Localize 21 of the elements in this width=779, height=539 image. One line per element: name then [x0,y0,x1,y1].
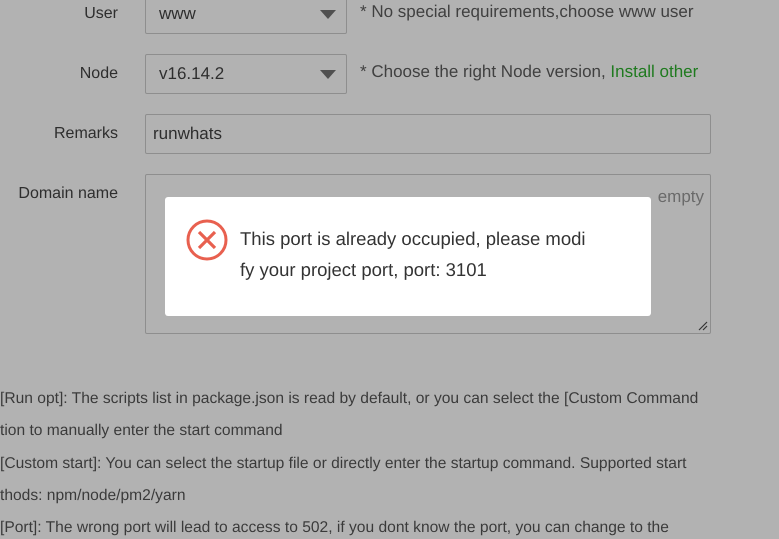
dropdown[interactable]: www [145,0,347,34]
caret-icon [320,10,336,18]
field-label: Remarks [52,124,118,144]
help-text: [Port]: The wrong port will lead to access to 502, if you dont know the port, you can change to the [0,518,670,538]
help-text: [Custom start]: You can select the startup file or directly enter the startup command. Supported start [0,454,688,474]
field-label: Domain name [17,184,118,204]
help-text: tion to manually enter the start command [0,421,284,442]
hint-text: * No special requirements,choose www user [360,1,694,23]
toast-text: fy your project port, port: 3101 [240,258,488,282]
help-text: thods: npm/node/pm2/yarn [0,486,187,506]
toast-text: This port is already occupied, please modi [240,227,586,251]
resize-grip-icon [698,321,708,331]
field-label: Node [78,64,118,84]
error-icon [185,218,229,262]
input-field[interactable]: runwhats [145,114,711,154]
dropdown[interactable]: v16.14.2 [145,54,347,94]
placeholder-text: empty [658,187,704,207]
caret-icon [320,70,336,78]
hint-text: * Choose the right Node version, Install other [360,61,698,83]
help-text: [Run opt]: The scripts list in package.json is read by default, or you can select the [Custom Command [0,389,700,409]
field-label: User [83,4,118,24]
